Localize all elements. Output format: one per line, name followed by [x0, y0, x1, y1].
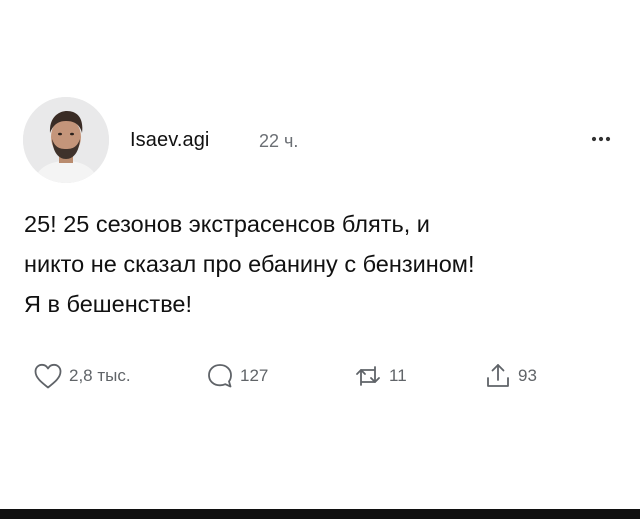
like-count: 2,8 тыс. — [69, 366, 131, 385]
post-time[interactable]: 22 ч. — [259, 131, 298, 152]
post-text: 25! 25 сезонов экстрасенсов блять, и ник… — [24, 204, 624, 324]
avatar-image — [23, 97, 109, 183]
post-text-line: 25! 25 сезонов экстрасенсов блять, и — [24, 211, 430, 237]
share-button[interactable]: 93 — [483, 360, 537, 392]
post-text-line: Я в бешенстве! — [24, 291, 193, 317]
avatar[interactable] — [23, 97, 109, 183]
post-card: Isaev.agi 22 ч. 25! 25 сезонов экстрасен… — [0, 0, 640, 519]
comment-bubble-icon — [205, 361, 235, 391]
reply-button[interactable]: 127 — [205, 360, 268, 392]
repost-count: 11 — [389, 366, 407, 385]
reply-count: 127 — [240, 366, 269, 385]
heart-icon — [32, 361, 64, 391]
more-options-button[interactable] — [585, 126, 617, 150]
bottom-edge-bar — [0, 509, 640, 519]
more-horizontal-icon — [585, 126, 617, 150]
share-count: 93 — [518, 366, 537, 385]
share-icon — [483, 361, 513, 391]
username[interactable]: Isaev.agi — [130, 129, 209, 152]
repost-button[interactable]: 11 — [352, 360, 407, 392]
action-bar: 2,8 тыс. 127 11 93 — [0, 360, 640, 396]
post-text-line: никто не сказал про ебанину с бензином! — [24, 251, 475, 277]
like-button[interactable]: 2,8 тыс. — [32, 360, 131, 392]
repost-icon — [352, 361, 384, 391]
